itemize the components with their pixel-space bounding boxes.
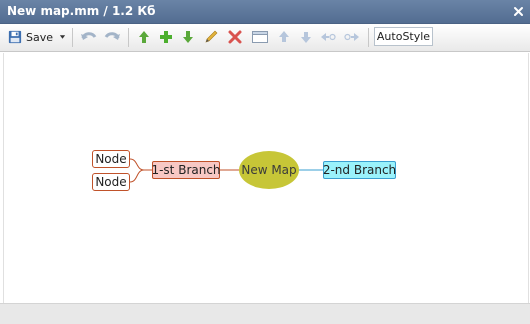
plus-green-icon	[160, 31, 172, 43]
mindmap-canvas[interactable]: Node Node 1-st Branch New Map 2-nd Branc…	[3, 53, 529, 303]
frame-button[interactable]	[250, 27, 270, 47]
mindmap-node[interactable]: Node	[92, 150, 130, 168]
move-left-icon	[321, 33, 336, 41]
move-right-button[interactable]	[342, 27, 362, 47]
move-left-button[interactable]	[318, 27, 338, 47]
branch-node-2[interactable]: 2-nd Branch	[323, 161, 396, 179]
floppy-disk-icon	[8, 30, 22, 44]
toolbar: Save AutoStyle	[0, 24, 530, 52]
dropdown-arrow-icon	[59, 35, 66, 39]
status-bar	[0, 303, 530, 324]
toolbar-separator	[368, 28, 369, 47]
redo-button[interactable]	[102, 27, 122, 47]
close-icon	[514, 7, 523, 16]
add-child-button[interactable]	[157, 27, 175, 47]
save-label: Save	[25, 30, 53, 44]
autostyle-button[interactable]: AutoStyle	[374, 27, 433, 46]
move-up-icon	[279, 31, 289, 42]
add-sibling-button[interactable]	[179, 27, 197, 47]
move-down-icon	[301, 32, 311, 43]
toolbar-separator	[72, 28, 73, 47]
branch-node-1[interactable]: 1-st Branch	[151, 161, 221, 179]
undo-button[interactable]	[79, 27, 99, 47]
delete-x-icon	[228, 30, 242, 44]
edit-button[interactable]	[202, 27, 220, 47]
arrow-up-green-icon	[139, 31, 149, 43]
move-down-button[interactable]	[298, 27, 314, 47]
mindmap-node[interactable]: Node	[92, 173, 130, 191]
close-button[interactable]	[511, 4, 526, 19]
mindmap-window: New map.mm / 1.2 Кб Save AutoStyle Node …	[0, 0, 530, 324]
pencil-icon	[205, 30, 218, 43]
window-title: New map.mm / 1.2 Кб	[7, 4, 156, 18]
toolbar-separator	[128, 28, 129, 47]
save-button[interactable]: Save	[8, 27, 66, 47]
arrow-down-green-icon	[183, 31, 193, 43]
redo-icon	[104, 32, 120, 40]
root-node[interactable]: New Map	[239, 151, 299, 189]
move-up-button[interactable]	[276, 27, 292, 47]
window-frame-icon	[252, 31, 268, 43]
delete-button[interactable]	[226, 27, 244, 47]
move-right-icon	[344, 33, 359, 41]
connector-branch1-node2	[129, 169, 152, 183]
connector-branch1-node1	[129, 158, 152, 171]
undo-icon	[81, 32, 97, 40]
add-parent-button[interactable]	[135, 27, 153, 47]
title-bar: New map.mm / 1.2 Кб	[0, 0, 530, 24]
